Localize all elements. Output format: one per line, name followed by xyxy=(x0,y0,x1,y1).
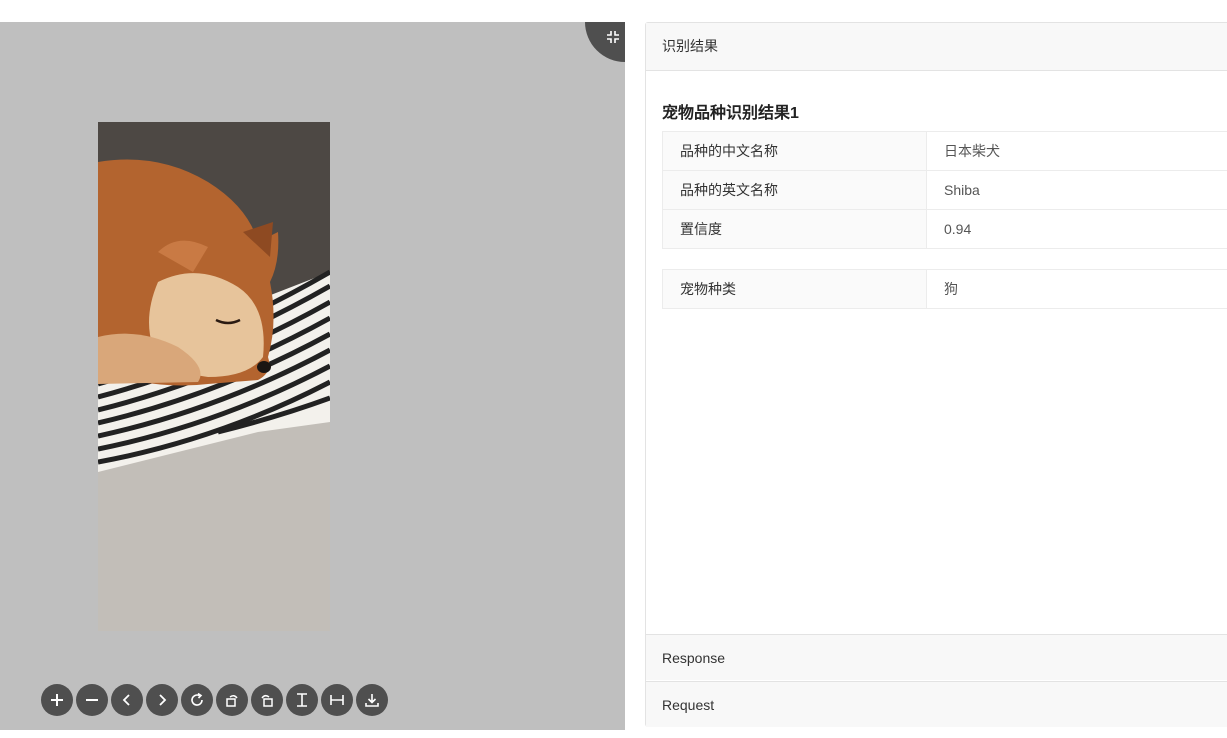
shiba-dog-photo xyxy=(98,122,330,631)
flip-vertical-icon xyxy=(297,693,307,707)
row-key: 品种的中文名称 xyxy=(662,131,927,171)
zoom-out-icon xyxy=(86,699,98,701)
fullscreen-button[interactable] xyxy=(585,22,625,62)
row-value: 日本柴犬 xyxy=(926,131,1227,171)
breed-result-table: 品种的中文名称 日本柴犬 品种的英文名称 Shiba 置信度 0.94 xyxy=(662,131,1227,249)
result-panel: 识别结果 宠物品种识别结果1 品种的中文名称 日本柴犬 品种的英文名称 Shib… xyxy=(645,22,1227,727)
fullscreen-icon xyxy=(607,31,619,43)
table-row: 品种的中文名称 日本柴犬 xyxy=(662,131,1227,171)
rotate-left-icon xyxy=(226,694,238,707)
response-section-toggle[interactable]: Response xyxy=(646,634,1227,680)
viewer-toolbar xyxy=(41,684,388,716)
reset-button[interactable] xyxy=(181,684,213,716)
row-value: Shiba xyxy=(926,170,1227,210)
rotate-right-icon xyxy=(261,694,273,707)
result-title: 宠物品种识别结果1 xyxy=(662,105,799,122)
table-row: 置信度 0.94 xyxy=(662,209,1227,249)
prev-button[interactable] xyxy=(111,684,143,716)
download-button[interactable] xyxy=(356,684,388,716)
row-value: 狗 xyxy=(944,281,958,297)
download-icon xyxy=(365,694,379,707)
panel-header[interactable]: 识别结果 xyxy=(646,23,1227,71)
zoom-in-icon xyxy=(51,694,63,706)
row-value: 0.94 xyxy=(944,221,972,237)
zoom-in-button[interactable] xyxy=(41,684,73,716)
prev-icon xyxy=(122,694,130,706)
rotate-left-button[interactable] xyxy=(216,684,248,716)
zoom-out-button[interactable] xyxy=(76,684,108,716)
request-section-toggle[interactable]: Request xyxy=(646,681,1227,727)
flip-horizontal-icon xyxy=(330,695,344,705)
table-row: 品种的英文名称 Shiba xyxy=(662,170,1227,210)
row-key: 置信度 xyxy=(662,209,927,249)
row-key: 宠物种类 xyxy=(662,269,927,309)
image-viewer xyxy=(0,22,625,730)
next-button[interactable] xyxy=(146,684,178,716)
flip-vertical-button[interactable] xyxy=(286,684,318,716)
flip-horizontal-button[interactable] xyxy=(321,684,353,716)
table-row: 宠物种类 狗 xyxy=(662,269,1227,309)
rotate-right-button[interactable] xyxy=(251,684,283,716)
reset-icon xyxy=(191,692,203,706)
next-icon xyxy=(159,694,167,706)
row-key: 品种的英文名称 xyxy=(662,170,927,210)
category-result-table: 宠物种类 狗 xyxy=(662,269,1227,309)
